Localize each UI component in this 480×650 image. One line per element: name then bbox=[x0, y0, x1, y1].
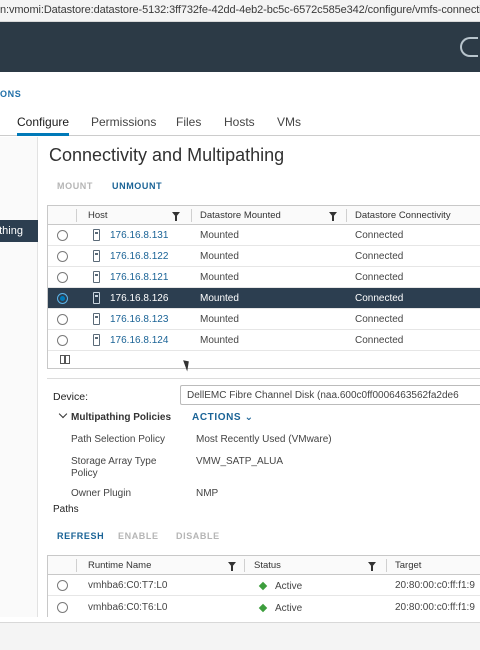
table-row[interactable]: 176.16.8.126 Mounted Connected bbox=[48, 288, 480, 309]
grid-footer bbox=[48, 351, 480, 368]
host-link[interactable]: 176.16.8.124 bbox=[110, 335, 168, 346]
datastore-mounted-value: Mounted bbox=[200, 272, 239, 283]
owner-plugin-label: Owner Plugin bbox=[71, 488, 132, 499]
path-selection-policy-value: Most Recently Used (VMware) bbox=[196, 434, 332, 445]
user-menu-icon[interactable] bbox=[460, 37, 478, 57]
row-radio[interactable] bbox=[57, 580, 68, 591]
row-radio[interactable] bbox=[57, 272, 68, 283]
multipathing-policies-title[interactable]: Multipathing Policies bbox=[71, 412, 171, 423]
host-server-icon bbox=[93, 229, 100, 241]
tab-permissions[interactable]: Permissions bbox=[91, 115, 156, 129]
device-select[interactable]: DellEMC Fibre Channel Disk (naa.600c0ff0… bbox=[180, 385, 480, 405]
filter-icon[interactable] bbox=[329, 212, 337, 221]
datastore-connectivity-value: Connected bbox=[355, 251, 404, 262]
table-row[interactable]: vmhba6:C0:T6:L0 Active 20:80:00:c0:ff:f1:9 bbox=[48, 597, 480, 617]
filter-icon[interactable] bbox=[228, 562, 236, 571]
app-header bbox=[0, 22, 480, 72]
target-value: 20:80:00:c0:ff:f1:9 bbox=[395, 602, 475, 613]
owner-plugin-value: NMP bbox=[196, 488, 219, 499]
table-row[interactable]: 176.16.8.121 Mounted Connected bbox=[48, 267, 480, 288]
enable-button[interactable]: ENABLE bbox=[118, 531, 159, 541]
host-server-icon bbox=[93, 313, 100, 325]
storage-array-type-label-2: Policy bbox=[71, 468, 98, 479]
grid-header: Host Datastore Mounted Datastore Connect… bbox=[48, 206, 480, 225]
page-title: Connectivity and Multipathing bbox=[49, 145, 285, 165]
row-radio[interactable] bbox=[57, 293, 68, 304]
url-text[interactable]: n:vmomi:Datastore:datastore-5132:3ff732f… bbox=[0, 4, 480, 16]
column-toggle-icon[interactable] bbox=[60, 355, 70, 364]
column-header-host[interactable]: Host bbox=[88, 210, 108, 221]
refresh-button[interactable]: REFRESH bbox=[57, 531, 104, 541]
datastore-connectivity-value: Connected bbox=[355, 293, 404, 304]
divider bbox=[47, 378, 480, 379]
runtime-name-value: vmhba6:C0:T7:L0 bbox=[88, 580, 168, 591]
active-status-icon bbox=[258, 581, 268, 591]
path-selection-policy-label: Path Selection Policy bbox=[71, 434, 165, 445]
host-server-icon bbox=[93, 271, 100, 283]
chevron-down-icon[interactable] bbox=[58, 409, 68, 419]
storage-array-type-label: Storage Array Type bbox=[71, 456, 157, 467]
breadcrumb-fragment[interactable]: ONS bbox=[0, 89, 21, 99]
target-value: 20:80:00:c0:ff:f1:9 bbox=[395, 580, 475, 591]
device-label: Device: bbox=[53, 391, 89, 403]
sidenav-item-connectivity-multipathing[interactable]: athing bbox=[0, 220, 38, 242]
column-header-datastore-mounted[interactable]: Datastore Mounted bbox=[200, 210, 281, 221]
datastore-connectivity-value: Connected bbox=[355, 230, 404, 241]
row-radio[interactable] bbox=[57, 335, 68, 346]
paths-datagrid: Runtime Name Status Target vmhba6:C0:T7:… bbox=[47, 555, 480, 617]
tab-vms[interactable]: VMs bbox=[277, 115, 301, 129]
active-status-icon bbox=[258, 603, 268, 613]
table-row[interactable]: 176.16.8.122 Mounted Connected bbox=[48, 246, 480, 267]
table-row[interactable]: 176.16.8.124 Mounted Connected bbox=[48, 330, 480, 351]
host-server-icon bbox=[93, 292, 100, 304]
storage-array-type-value: VMW_SATP_ALUA bbox=[196, 456, 284, 467]
column-header-datastore-connectivity[interactable]: Datastore Connectivity bbox=[355, 210, 451, 221]
tab-configure[interactable]: Configure bbox=[17, 115, 70, 136]
disable-button[interactable]: DISABLE bbox=[176, 531, 220, 541]
datastore-connectivity-value: Connected bbox=[355, 272, 404, 283]
column-header-target[interactable]: Target bbox=[395, 560, 421, 571]
host-link[interactable]: 176.16.8.123 bbox=[110, 314, 168, 325]
datastore-mounted-value: Mounted bbox=[200, 335, 239, 346]
datastore-mounted-value: Mounted bbox=[200, 230, 239, 241]
object-header: ONS bbox=[0, 72, 480, 104]
table-row[interactable]: 176.16.8.131 Mounted Connected bbox=[48, 225, 480, 246]
table-row[interactable]: vmhba6:C0:T7:L0 Active 20:80:00:c0:ff:f1:9 bbox=[48, 575, 480, 596]
host-link[interactable]: 176.16.8.122 bbox=[110, 251, 168, 262]
hosts-datagrid: Host Datastore Mounted Datastore Connect… bbox=[47, 205, 480, 369]
host-link[interactable]: 176.16.8.131 bbox=[110, 230, 168, 241]
datastore-mounted-value: Mounted bbox=[200, 251, 239, 262]
status-value: Active bbox=[275, 603, 303, 614]
datastore-connectivity-value: Connected bbox=[355, 335, 404, 346]
filter-icon[interactable] bbox=[368, 562, 376, 571]
host-server-icon bbox=[93, 250, 100, 262]
bottom-panel-bar bbox=[0, 622, 480, 650]
filter-icon[interactable] bbox=[172, 212, 180, 221]
datastore-mounted-value: Mounted bbox=[200, 293, 239, 304]
tab-hosts[interactable]: Hosts bbox=[224, 115, 255, 129]
row-radio[interactable] bbox=[57, 602, 68, 613]
datastore-connectivity-value: Connected bbox=[355, 314, 404, 325]
datastore-mounted-value: Mounted bbox=[200, 314, 239, 325]
runtime-name-value: vmhba6:C0:T6:L0 bbox=[88, 602, 168, 613]
host-link[interactable]: 176.16.8.126 bbox=[110, 293, 168, 304]
table-row[interactable]: 176.16.8.123 Mounted Connected bbox=[48, 309, 480, 330]
actions-dropdown[interactable]: ACTIONS ⌄ bbox=[192, 412, 254, 423]
row-radio[interactable] bbox=[57, 314, 68, 325]
browser-url-bar[interactable]: n:vmomi:Datastore:datastore-5132:3ff732f… bbox=[0, 0, 480, 22]
column-header-status[interactable]: Status bbox=[254, 560, 281, 571]
status-value: Active bbox=[275, 581, 303, 592]
object-tabs: Configure Permissions Files Hosts VMs bbox=[0, 108, 480, 136]
column-header-runtime-name[interactable]: Runtime Name bbox=[88, 560, 151, 571]
row-radio[interactable] bbox=[57, 230, 68, 241]
paths-label: Paths bbox=[53, 504, 79, 515]
mount-button[interactable]: MOUNT bbox=[57, 181, 93, 191]
configure-sidenav: athing bbox=[0, 137, 38, 617]
tab-files[interactable]: Files bbox=[176, 115, 201, 129]
row-radio[interactable] bbox=[57, 251, 68, 262]
host-link[interactable]: 176.16.8.121 bbox=[110, 272, 168, 283]
unmount-button[interactable]: UNMOUNT bbox=[112, 181, 162, 191]
host-server-icon bbox=[93, 334, 100, 346]
grid-header: Runtime Name Status Target bbox=[48, 556, 480, 575]
